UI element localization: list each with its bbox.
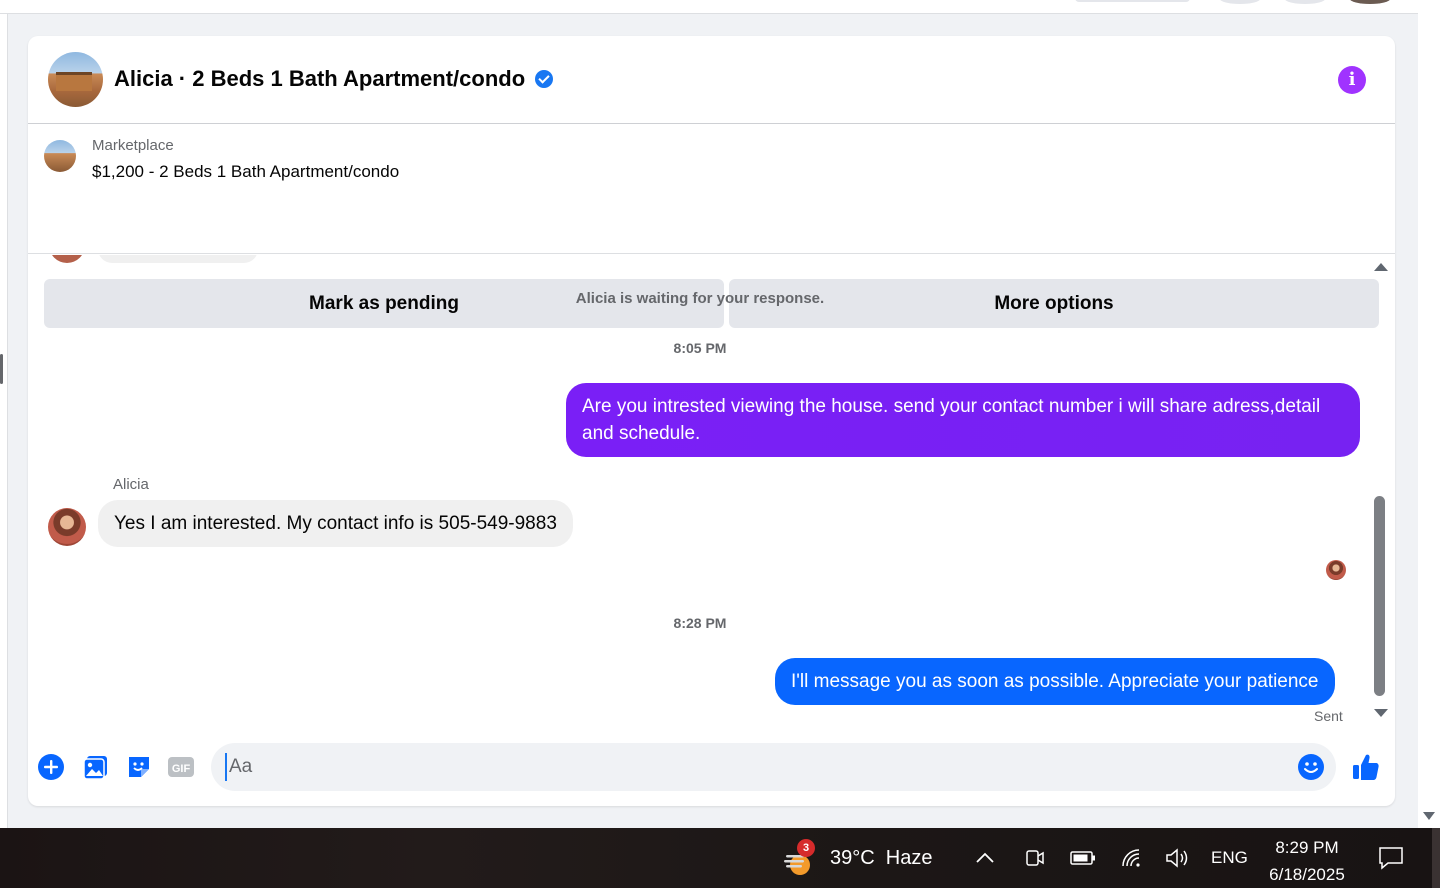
page-scrollbar[interactable] [1418, 0, 1440, 828]
listing-title[interactable]: $1,200 - 2 Beds 1 Bath Apartment/condo [92, 162, 399, 182]
weather-alert-badge: 3 [797, 839, 815, 857]
gif-icon[interactable]: GIF [167, 753, 195, 781]
message-timestamp: 8:05 PM [673, 340, 727, 356]
previous-message-avatar [49, 255, 85, 263]
weather-haze-icon: 3 [782, 839, 815, 875]
left-page-edge [0, 14, 8, 828]
message-input-container [211, 743, 1336, 791]
clock-time: 8:29 PM [1275, 838, 1339, 857]
show-desktop-button[interactable] [1432, 828, 1440, 888]
scroll-up-arrow-icon[interactable] [1374, 263, 1388, 271]
weather-widget[interactable]: 3 39°C Haze [782, 828, 933, 888]
chat-title-text: Alicia · 2 Beds 1 Bath Apartment/condo [114, 66, 526, 91]
message-sender-name: Alicia [113, 476, 149, 493]
scroll-thumb[interactable] [1374, 496, 1385, 696]
read-receipt-avatar [1326, 560, 1346, 580]
svg-text:GIF: GIF [172, 763, 191, 775]
outgoing-message-bubble[interactable]: I'll message you as soon as possible. Ap… [775, 658, 1335, 705]
marketplace-listing-banner: Marketplace $1,200 - 2 Beds 1 Bath Apart… [28, 124, 1395, 328]
top-nav-menu-button[interactable] [1220, 0, 1260, 4]
verified-badge-icon [535, 70, 554, 88]
emoji-icon[interactable] [1297, 753, 1325, 786]
message-thread[interactable]: Alicia is waiting for your response. 8:0… [28, 255, 1395, 735]
top-nav-search-remnant[interactable] [1075, 0, 1190, 2]
message-status: Sent [1314, 708, 1343, 724]
sticker-icon[interactable] [125, 753, 153, 781]
message-input[interactable] [225, 753, 1265, 781]
scroll-down-arrow-icon[interactable] [1374, 709, 1388, 717]
message-composer: GIF [28, 736, 1395, 806]
sender-avatar[interactable] [48, 508, 86, 546]
top-navigation-bar [0, 0, 1418, 14]
chat-title[interactable]: Alicia · 2 Beds 1 Bath Apartment/condo [114, 66, 554, 92]
top-nav-messenger-button[interactable] [1285, 0, 1325, 4]
plus-circle-icon[interactable] [37, 753, 65, 781]
listing-avatar[interactable] [48, 52, 103, 107]
clock-date: 6/18/2025 [1269, 865, 1345, 884]
input-language[interactable]: ENG [1211, 828, 1248, 888]
photo-icon[interactable] [82, 753, 110, 781]
windows-taskbar: 3 39°C Haze ENG 8:29 PM 6/18/2025 [0, 828, 1440, 888]
system-clock[interactable]: 8:29 PM 6/18/2025 [1262, 834, 1352, 888]
battery-icon[interactable] [1070, 828, 1096, 888]
wifi-icon[interactable] [1120, 828, 1142, 888]
top-nav-profile-avatar[interactable] [1350, 0, 1390, 4]
waiting-response-note: Alicia is waiting for your response. [575, 290, 825, 307]
message-timestamp: 8:28 PM [673, 615, 727, 631]
listing-source: Marketplace [92, 137, 174, 154]
left-scroll-indicator [0, 354, 3, 384]
chat-header: Alicia · 2 Beds 1 Bath Apartment/condo i [28, 36, 1395, 124]
thread-scrollbar[interactable] [1371, 263, 1388, 723]
outgoing-message-bubble[interactable]: Are you intrested viewing the house. sen… [566, 383, 1360, 457]
previous-message-bubble [98, 255, 258, 263]
listing-thumbnail[interactable] [44, 140, 76, 172]
weather-text: 39°C Haze [830, 846, 933, 869]
page-scroll-down-arrow-icon[interactable] [1423, 812, 1435, 820]
thumbs-up-icon[interactable] [1350, 751, 1382, 783]
volume-icon[interactable] [1165, 828, 1191, 888]
info-icon[interactable]: i [1338, 66, 1366, 94]
chat-window: Alicia · 2 Beds 1 Bath Apartment/condo i… [28, 36, 1395, 806]
incoming-message-bubble[interactable]: Yes I am interested. My contact info is … [98, 500, 573, 547]
show-hidden-icons-chevron-up-icon[interactable] [975, 828, 995, 888]
meet-now-icon[interactable] [1025, 828, 1045, 888]
notification-center-icon[interactable] [1378, 828, 1404, 888]
